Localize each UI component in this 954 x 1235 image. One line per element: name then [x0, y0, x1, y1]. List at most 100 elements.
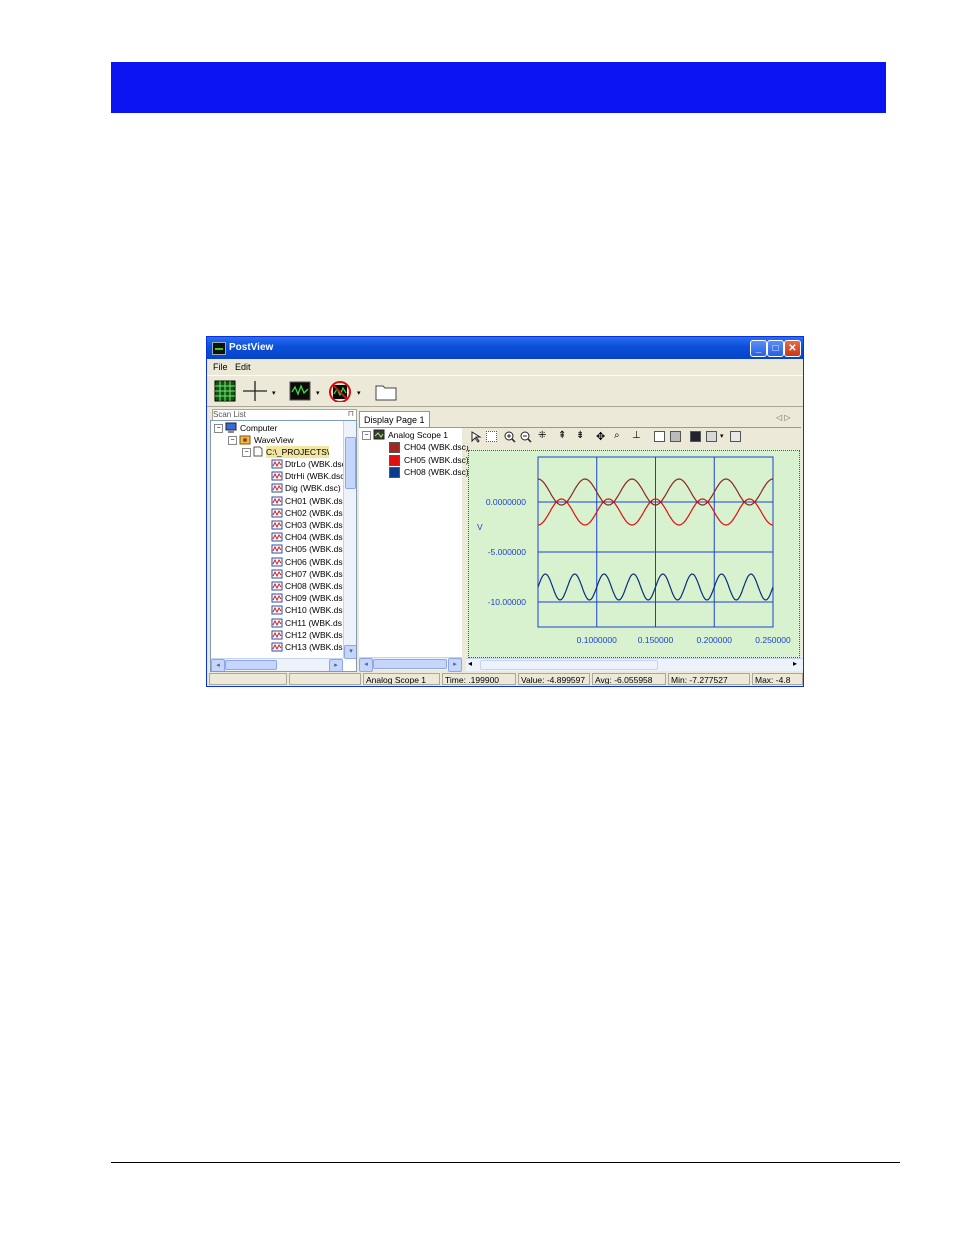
status-min: Min: -7.277527	[668, 673, 750, 685]
footer-rule	[111, 1162, 900, 1163]
cursor-zoom-icon[interactable]: ⌕	[614, 430, 620, 441]
folder-icon[interactable]	[374, 380, 398, 402]
scan-list-tree: − Computer − WaveView − C:\_PROJECTS\ Dt…	[210, 420, 357, 672]
scope-horizontal-scrollbar[interactable]: ◂ ▸	[359, 657, 462, 672]
channel-icon	[271, 642, 283, 652]
close-button[interactable]: ✕	[784, 340, 801, 357]
menu-file[interactable]: File	[213, 362, 228, 372]
scroll-left-icon[interactable]: ◂	[359, 658, 373, 672]
channel-icon	[271, 483, 283, 493]
pointer-icon[interactable]	[470, 431, 482, 443]
collapse-icon[interactable]: −	[242, 448, 251, 457]
move-icon[interactable]: ✥	[596, 430, 605, 443]
properties-icon[interactable]	[730, 431, 741, 442]
copy-icon[interactable]	[706, 431, 717, 442]
plot-horizontal-scrollbar[interactable]: ◂ ▸	[466, 658, 803, 671]
channel-icon	[271, 471, 283, 481]
tree-label-path: C:\_PROJECTS\	[266, 446, 330, 458]
scroll-thumb[interactable]	[225, 660, 277, 670]
channel-icon	[271, 593, 283, 603]
x-tick-label: 0.1000000	[577, 635, 617, 645]
scroll-thumb[interactable]	[480, 660, 658, 670]
save-icon[interactable]	[690, 431, 701, 442]
no-waveform-icon[interactable]	[328, 380, 352, 402]
status-avg: Avg: -6.055958	[592, 673, 666, 685]
collapse-icon[interactable]: −	[362, 431, 371, 440]
waveview-icon	[239, 435, 251, 445]
scope-tree: − Analog Scope 1 CH04 (WBK.dsc) CH05 (WBK…	[359, 428, 469, 672]
zoom-out-icon[interactable]	[520, 431, 532, 443]
fit-icon[interactable]: ⁜	[538, 430, 546, 441]
scan-vertical-scrollbar[interactable]: ▾	[343, 421, 356, 659]
page-nav-icon[interactable]: ◁ ▷	[776, 413, 791, 422]
scroll-left-icon[interactable]: ◂	[211, 659, 225, 671]
print-icon[interactable]	[670, 431, 681, 442]
x-tick-label: 0.150000	[638, 635, 674, 645]
waveform-icon[interactable]	[289, 380, 311, 402]
scroll-down-icon[interactable]: ▾	[344, 645, 356, 659]
copy-dropdown-icon[interactable]: ▾	[720, 432, 724, 440]
list-item-label: CH03 (WBK.ds	[285, 520, 343, 530]
waveform-chart[interactable]: 0.1000000 0.150000 0.200000 0.250000 0.00000…	[469, 451, 799, 657]
list-item-label: CH08 (WBK.ds	[285, 581, 343, 591]
postview-window: PostView _ □ ✕ File Edit ▾ ▾ ▾ Scan List…	[206, 336, 804, 687]
tab-display-page-1[interactable]: Display Page 1	[359, 411, 430, 428]
minimize-button[interactable]: _	[750, 340, 767, 357]
status-value: Value: -4.899597	[518, 673, 590, 685]
channel-icon	[271, 569, 283, 579]
tree-label-waveview: WaveView	[254, 435, 294, 445]
channel-icon	[271, 618, 283, 628]
zoom-in-icon[interactable]	[504, 431, 516, 443]
window-title: PostView	[229, 342, 274, 353]
menu-edit[interactable]: Edit	[235, 362, 251, 372]
list-item-label: CH13 (WBK.ds	[285, 642, 343, 652]
channel-label: CH04 (WBK.dsc)	[404, 442, 469, 452]
scope-icon	[373, 429, 385, 440]
waveform-dropdown-icon[interactable]: ▾	[316, 389, 320, 397]
channel-icon	[271, 630, 283, 640]
file-icon	[253, 446, 263, 457]
status-cell-empty-2	[289, 673, 361, 685]
crosshair-dropdown-icon[interactable]: ▾	[272, 389, 276, 397]
axis-scale-icon[interactable]: ⊥	[632, 430, 641, 441]
grid-icon[interactable]	[214, 380, 236, 402]
status-scope: Analog Scope 1	[363, 673, 440, 685]
scan-horizontal-scrollbar[interactable]: ◂ ▸	[211, 658, 343, 671]
channel-icon	[271, 520, 283, 530]
scroll-right-icon[interactable]: ▸	[793, 659, 797, 668]
channel-icon	[271, 496, 283, 506]
y-tick-label: 0.0000000	[486, 497, 526, 507]
channel-icon	[271, 508, 283, 518]
scroll-thumb[interactable]	[345, 437, 356, 489]
status-max: Max: -4.8	[752, 673, 803, 685]
channel-icon	[271, 605, 283, 615]
channel-icon	[271, 544, 283, 554]
print-preview-icon[interactable]	[654, 431, 665, 442]
list-item-label: CH01 (WBK.ds	[285, 495, 343, 506]
tree-label-scope: Analog Scope 1	[388, 430, 449, 440]
cursor-crosshair-icon[interactable]	[242, 380, 268, 402]
no-waveform-dropdown-icon[interactable]: ▾	[357, 389, 361, 397]
pan-down-icon[interactable]: ⇟	[576, 430, 584, 441]
scroll-thumb[interactable]	[373, 659, 447, 669]
select-region-icon[interactable]	[486, 431, 497, 442]
menu-bar: File Edit	[207, 359, 803, 375]
list-item-label: CH02 (WBK.ds	[285, 507, 343, 518]
scroll-right-icon[interactable]: ▸	[329, 659, 343, 671]
list-item-label: CH06 (WBK.ds	[285, 556, 343, 567]
scroll-right-icon[interactable]: ▸	[448, 658, 462, 672]
y-axis-label: V	[477, 522, 483, 532]
pin-icon[interactable]: ⊓	[348, 409, 354, 418]
channel-icon	[271, 557, 283, 567]
maximize-button[interactable]: □	[767, 340, 784, 357]
list-item-label: Dig (WBK.dsc)	[285, 483, 341, 494]
x-tick-label: 0.250000	[755, 635, 791, 645]
pan-up-icon[interactable]: ⇞	[558, 430, 566, 441]
collapse-icon[interactable]: −	[228, 436, 237, 445]
computer-icon	[225, 422, 237, 433]
title-bar[interactable]: PostView _ □ ✕	[207, 337, 803, 359]
list-item-label: CH09 (WBK.ds	[285, 593, 343, 604]
plot-area[interactable]: 0.1000000 0.150000 0.200000 0.250000 0.00000…	[468, 450, 800, 658]
scroll-left-icon[interactable]: ◂	[468, 659, 472, 668]
collapse-icon[interactable]: −	[214, 424, 223, 433]
